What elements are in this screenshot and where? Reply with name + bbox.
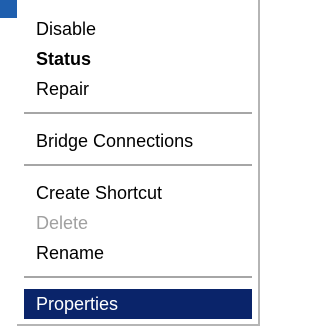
menu-item-create-shortcut[interactable]: Create Shortcut bbox=[24, 178, 252, 208]
menu-item-repair[interactable]: Repair bbox=[24, 74, 252, 104]
menu-item-delete: Delete bbox=[36, 213, 89, 233]
menu-separator bbox=[24, 276, 252, 278]
window-corner-accent bbox=[0, 0, 17, 18]
menu-separator bbox=[24, 164, 252, 166]
menu-item-properties[interactable]: Properties bbox=[24, 289, 252, 319]
menu-separator bbox=[24, 112, 252, 114]
context-menu: Disable Status Repair Bridge Connections… bbox=[17, 0, 260, 326]
menu-item-bridge-connections[interactable]: Bridge Connections bbox=[24, 126, 252, 156]
menu-item-disable[interactable]: Disable bbox=[24, 14, 252, 44]
menu-item-rename[interactable]: Rename bbox=[24, 238, 252, 268]
menu-item-status[interactable]: Status bbox=[24, 44, 252, 74]
